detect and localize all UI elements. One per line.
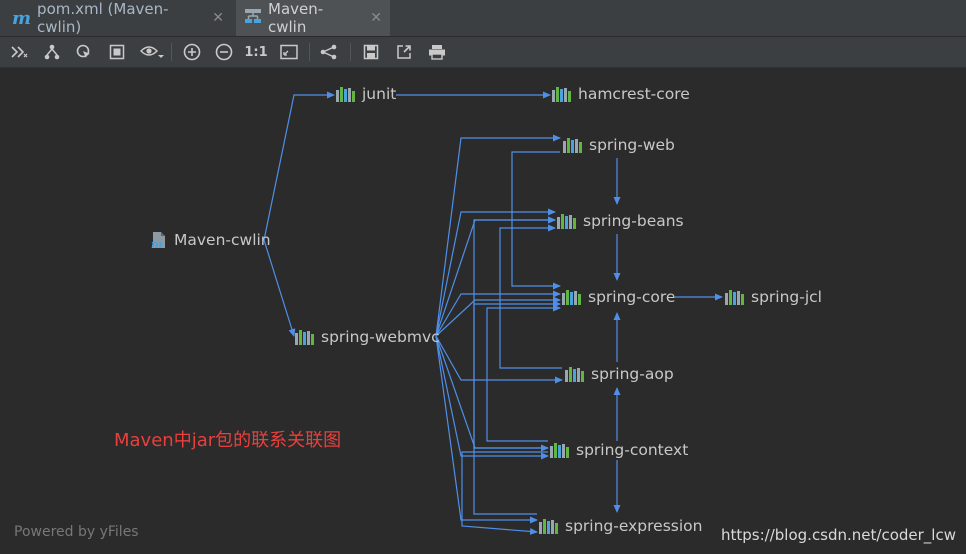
edge-root-webmvc xyxy=(263,239,296,337)
tab-maven-cwlin-label: Maven-cwlin xyxy=(268,0,324,36)
node-label: spring-webmvc xyxy=(321,328,440,346)
save-icon[interactable] xyxy=(360,41,382,63)
close-icon[interactable]: ✕ xyxy=(212,10,224,26)
edge-webmvc-beans xyxy=(435,208,556,337)
dependency-diagram: m Maven-cwlin junit hamcrest-core spring… xyxy=(0,68,966,554)
edge-root-junit xyxy=(263,91,335,241)
dependency-edges xyxy=(263,91,723,535)
library-icon xyxy=(557,214,576,229)
fit-content-icon[interactable] xyxy=(106,41,128,63)
print-icon[interactable] xyxy=(426,41,448,63)
edge-webmvc-web xyxy=(435,134,561,337)
module-icon: m xyxy=(151,232,165,249)
node-spring-context[interactable]: spring-context xyxy=(550,441,688,459)
edge-webmvc-bus-a xyxy=(435,216,556,337)
zoom-in-icon[interactable] xyxy=(181,41,203,63)
library-icon xyxy=(562,290,581,305)
node-spring-webmvc[interactable]: spring-webmvc xyxy=(295,328,440,346)
library-icon xyxy=(565,367,584,382)
node-label: spring-context xyxy=(576,441,689,459)
node-label: spring-beans xyxy=(583,212,684,230)
node-label: spring-web xyxy=(589,136,675,154)
node-spring-beans[interactable]: spring-beans xyxy=(557,212,684,230)
tab-maven-cwlin[interactable]: Maven-cwlin ✕ xyxy=(236,0,390,36)
node-label: junit xyxy=(362,85,397,103)
library-icon xyxy=(539,519,558,534)
node-maven-cwlin[interactable]: m Maven-cwlin xyxy=(150,231,271,249)
edge-context-core xyxy=(486,304,561,442)
edge-web-beans-loop xyxy=(511,151,561,290)
toolbar-separator xyxy=(171,43,172,61)
watermark-url: https://blog.csdn.net/coder_lcw xyxy=(721,526,956,544)
library-icon xyxy=(550,443,569,458)
maven-m-icon: m xyxy=(12,7,32,29)
node-label: spring-aop xyxy=(591,365,674,383)
fit-page-icon[interactable] xyxy=(278,41,300,63)
library-icon xyxy=(563,138,582,153)
node-hamcrest-core[interactable]: hamcrest-core xyxy=(552,85,690,103)
collapse-icon[interactable] xyxy=(9,41,31,63)
actual-size-icon[interactable]: 1:1 xyxy=(244,41,267,63)
zoom-out-icon[interactable] xyxy=(213,41,235,63)
node-spring-jcl[interactable]: spring-jcl xyxy=(725,288,822,306)
edge-webmvc-bus-c xyxy=(435,335,549,452)
export-icon[interactable] xyxy=(393,41,415,63)
edge-context-beans xyxy=(473,216,556,449)
node-label: spring-expression xyxy=(565,517,703,535)
node-label: spring-jcl xyxy=(751,288,822,306)
node-junit[interactable]: junit xyxy=(336,85,396,103)
library-icon xyxy=(295,330,314,345)
library-icon xyxy=(725,290,744,305)
powered-by-label: Powered by yFiles xyxy=(14,524,139,540)
edge-webmvc-aop xyxy=(435,335,563,384)
node-spring-expression[interactable]: spring-expression xyxy=(539,517,702,535)
toolbar-separator xyxy=(309,43,310,61)
library-icon xyxy=(552,87,571,102)
node-spring-web[interactable]: spring-web xyxy=(563,136,675,154)
tab-pom-xml[interactable]: m pom.xml (Maven-cwlin) ✕ xyxy=(4,0,232,36)
close-icon[interactable]: ✕ xyxy=(370,10,382,26)
hierarchy-icon[interactable] xyxy=(41,41,63,63)
diagram-caption: Maven中jar包的联系关联图 xyxy=(114,430,342,451)
visibility-icon[interactable] xyxy=(138,41,166,63)
layout-icon[interactable] xyxy=(318,41,340,63)
node-spring-core[interactable]: spring-core xyxy=(562,288,675,306)
toolbar-separator xyxy=(350,43,351,61)
library-icon xyxy=(336,87,355,102)
edge-webmvc-context xyxy=(435,335,549,460)
node-spring-aop[interactable]: spring-aop xyxy=(565,365,674,383)
editor-tab-bar: m pom.xml (Maven-cwlin) ✕ Maven-cwlin ✕ xyxy=(0,0,966,37)
node-label: hamcrest-core xyxy=(578,85,690,103)
edge-aop-beans xyxy=(499,224,562,369)
diagram-toolbar: 1:1 xyxy=(0,37,966,68)
tab-pom-xml-label: pom.xml (Maven-cwlin) xyxy=(37,0,169,36)
svg-text:m: m xyxy=(151,238,163,249)
node-label: spring-core xyxy=(588,288,676,306)
node-label: Maven-cwlin xyxy=(174,231,271,249)
diagram-icon xyxy=(244,8,262,28)
navigate-icon[interactable] xyxy=(73,41,95,63)
